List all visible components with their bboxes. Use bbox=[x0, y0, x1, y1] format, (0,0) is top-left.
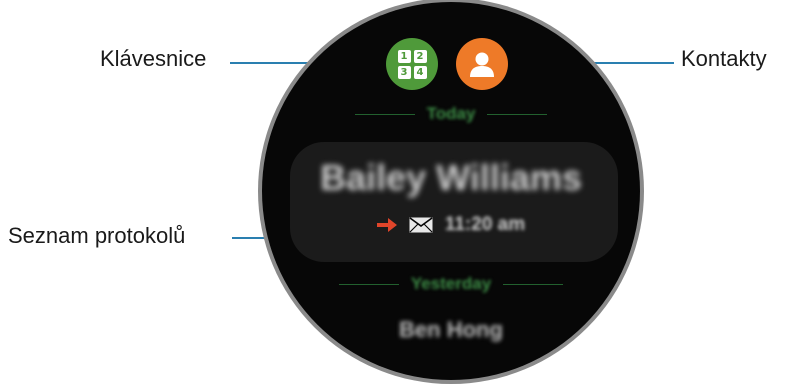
contact-name[interactable]: Ben Hong bbox=[262, 317, 640, 343]
keypad-button[interactable]: 1 2 3 4 bbox=[386, 38, 438, 90]
contact-icon bbox=[470, 52, 494, 77]
keypad-digit: 2 bbox=[413, 49, 427, 63]
watch-screen: 1 2 3 4 Today Bailey Williams 11:20 am Y… bbox=[262, 2, 640, 380]
contact-name: Bailey Williams bbox=[320, 157, 582, 198]
log-entry-meta: 11:20 am bbox=[262, 214, 640, 236]
outgoing-arrow-icon bbox=[376, 218, 397, 232]
keypad-digit: 4 bbox=[413, 65, 427, 79]
log-list-callout-label: Seznam protokolů bbox=[8, 223, 186, 248]
contacts-callout-label: Kontakty bbox=[681, 46, 767, 71]
log-entry-time: 11:20 am bbox=[444, 214, 526, 235]
message-icon bbox=[409, 217, 433, 233]
keypad-callout-label: Klávesnice bbox=[100, 46, 207, 71]
keypad-digit: 3 bbox=[397, 65, 411, 79]
section-header-label: Yesterday bbox=[410, 274, 492, 293]
divider bbox=[354, 113, 415, 115]
keypad-digit: 1 bbox=[397, 49, 411, 63]
divider bbox=[487, 113, 548, 115]
divider bbox=[503, 283, 564, 285]
keypad-icon: 1 2 3 4 bbox=[397, 49, 427, 79]
contacts-button[interactable] bbox=[456, 38, 508, 90]
section-header-yesterday: Yesterday bbox=[262, 274, 640, 294]
divider bbox=[338, 283, 399, 285]
section-header-label: Today bbox=[426, 104, 476, 123]
section-header-today: Today bbox=[262, 104, 640, 124]
watch-bezel: 1 2 3 4 Today Bailey Williams 11:20 am Y… bbox=[258, 0, 644, 384]
